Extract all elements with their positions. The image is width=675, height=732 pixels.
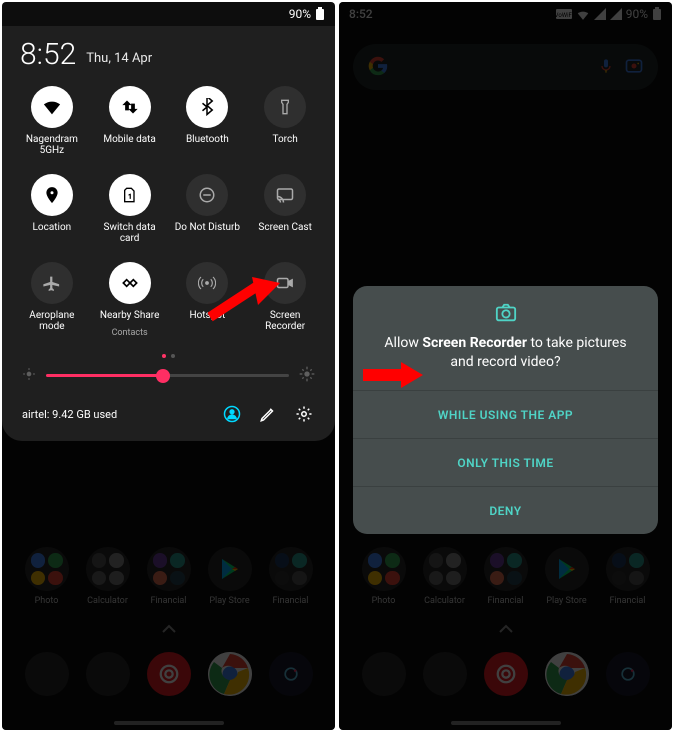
qs-clock: 8:52 bbox=[20, 40, 76, 70]
location-icon bbox=[31, 174, 73, 216]
dnd-icon bbox=[186, 174, 228, 216]
bluetooth-icon bbox=[186, 86, 228, 128]
qs-tile-airplane[interactable]: Aeroplane mode bbox=[16, 262, 88, 338]
qs-date: Thu, 14 Apr bbox=[86, 51, 152, 66]
wifi-icon bbox=[31, 86, 73, 128]
qs-tile-cast[interactable]: Screen Cast bbox=[249, 174, 321, 244]
qs-tile-dnd[interactable]: Do Not Disturb bbox=[172, 174, 244, 244]
brightness-slider[interactable] bbox=[16, 366, 321, 385]
sim-icon: 1 bbox=[109, 174, 151, 216]
phone-left: Photo Calculator Financial Play Store bbox=[2, 2, 335, 730]
brightness-low-icon bbox=[22, 367, 36, 384]
perm-option-only-this-time[interactable]: ONLY THIS TIME bbox=[353, 438, 658, 486]
qs-tile-bluetooth[interactable]: Bluetooth bbox=[172, 86, 244, 156]
camera-permission-icon bbox=[495, 302, 517, 324]
flashlight-icon bbox=[264, 86, 306, 128]
phone-right: 8:52 VoWiFi 90% Photo Calculator Financi… bbox=[339, 2, 672, 730]
qs-tile-location[interactable]: Location bbox=[16, 174, 88, 244]
perm-option-while-using[interactable]: WHILE USING THE APP bbox=[353, 390, 658, 438]
hotspot-icon bbox=[186, 262, 228, 304]
qs-tile-switchsim[interactable]: 1 Switch data card bbox=[94, 174, 166, 244]
permission-title: Allow Screen Recorder to take pictures a… bbox=[373, 334, 638, 372]
qs-tile-nearbyshare[interactable]: Nearby Share Contacts bbox=[94, 262, 166, 338]
battery-icon bbox=[315, 7, 325, 21]
perm-option-deny[interactable]: DENY bbox=[353, 486, 658, 534]
status-bar-left: 90% bbox=[2, 2, 335, 26]
qs-tile-screenrecorder[interactable]: Screen Recorder bbox=[249, 262, 321, 338]
screen-recorder-icon bbox=[264, 262, 306, 304]
battery-percent: 90% bbox=[289, 7, 311, 21]
quick-settings-panel: 8:52 Thu, 14 Apr Nagendram 5GHz Mobile d… bbox=[2, 26, 335, 441]
permission-dialog: Allow Screen Recorder to take pictures a… bbox=[353, 286, 658, 534]
qs-tile-hotspot[interactable]: Hotspot bbox=[172, 262, 244, 338]
swap-icon bbox=[109, 86, 151, 128]
settings-gear-icon[interactable] bbox=[293, 403, 315, 425]
nearby-share-icon bbox=[109, 262, 151, 304]
qs-page-indicator bbox=[16, 354, 321, 358]
brightness-high-icon bbox=[299, 366, 315, 385]
qs-tile-torch[interactable]: Torch bbox=[249, 86, 321, 156]
user-icon[interactable] bbox=[221, 403, 243, 425]
edit-icon[interactable] bbox=[257, 403, 279, 425]
brightness-thumb[interactable] bbox=[156, 369, 170, 383]
airplane-icon bbox=[31, 262, 73, 304]
qs-tile-wifi[interactable]: Nagendram 5GHz bbox=[16, 86, 88, 156]
data-usage-text: airtel: 9.42 GB used bbox=[22, 408, 117, 421]
qs-tile-mobiledata[interactable]: Mobile data bbox=[94, 86, 166, 156]
svg-text:1: 1 bbox=[128, 193, 131, 200]
cast-icon bbox=[264, 174, 306, 216]
qs-footer: airtel: 9.42 GB used bbox=[16, 403, 321, 425]
